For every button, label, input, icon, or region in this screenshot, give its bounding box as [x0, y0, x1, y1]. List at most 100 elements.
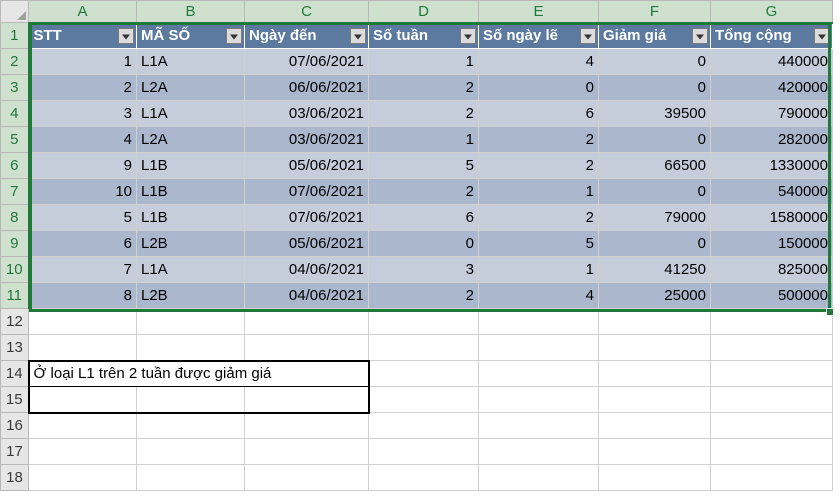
- header-cell-sotuan[interactable]: Số tuần: [369, 23, 479, 49]
- col-header-D[interactable]: D: [369, 1, 479, 23]
- cell[interactable]: [137, 465, 245, 491]
- cell[interactable]: 03/06/2021: [245, 127, 369, 153]
- cell[interactable]: 5: [29, 205, 137, 231]
- cell[interactable]: [479, 413, 599, 439]
- cell[interactable]: 07/06/2021: [245, 179, 369, 205]
- cell[interactable]: [711, 413, 833, 439]
- header-cell-stt[interactable]: STT: [29, 23, 137, 49]
- cell[interactable]: [711, 335, 833, 361]
- row-header[interactable]: 2: [1, 49, 29, 75]
- filter-dropdown-icon[interactable]: [814, 28, 830, 44]
- cell[interactable]: L2B: [137, 231, 245, 257]
- col-header-F[interactable]: F: [599, 1, 711, 23]
- cell[interactable]: [599, 335, 711, 361]
- cell[interactable]: 07/06/2021: [245, 49, 369, 75]
- cell[interactable]: 825000: [711, 257, 833, 283]
- cell[interactable]: [711, 465, 833, 491]
- cell[interactable]: 1: [369, 127, 479, 153]
- col-header-A[interactable]: A: [29, 1, 137, 23]
- row-header[interactable]: 15: [1, 387, 29, 413]
- cell[interactable]: 07/06/2021: [245, 205, 369, 231]
- row-header[interactable]: 5: [1, 127, 29, 153]
- cell[interactable]: 790000: [711, 101, 833, 127]
- cell[interactable]: L2A: [137, 75, 245, 101]
- cell[interactable]: [29, 387, 137, 413]
- cell[interactable]: 2: [29, 75, 137, 101]
- cell[interactable]: 420000: [711, 75, 833, 101]
- cell[interactable]: 1: [29, 49, 137, 75]
- cell[interactable]: [29, 335, 137, 361]
- cell[interactable]: [711, 387, 833, 413]
- cell[interactable]: L1A: [137, 49, 245, 75]
- row-header[interactable]: 16: [1, 413, 29, 439]
- cell[interactable]: [599, 361, 711, 387]
- cell[interactable]: L1B: [137, 205, 245, 231]
- select-all-corner[interactable]: [1, 1, 29, 23]
- cell[interactable]: 79000: [599, 205, 711, 231]
- cell[interactable]: [711, 309, 833, 335]
- grid[interactable]: A B C D E F G 1 STT MÃ SỐ Ngày đến Số tu…: [0, 0, 833, 491]
- cell[interactable]: [599, 309, 711, 335]
- cell[interactable]: 3: [369, 257, 479, 283]
- cell[interactable]: [599, 413, 711, 439]
- cell[interactable]: [711, 361, 833, 387]
- cell[interactable]: [599, 465, 711, 491]
- cell[interactable]: 440000: [711, 49, 833, 75]
- row-header[interactable]: 7: [1, 179, 29, 205]
- cell[interactable]: [711, 439, 833, 465]
- cell[interactable]: 05/06/2021: [245, 153, 369, 179]
- cell[interactable]: 6: [479, 101, 599, 127]
- cell[interactable]: [245, 387, 369, 413]
- cell[interactable]: [599, 439, 711, 465]
- cell[interactable]: 04/06/2021: [245, 257, 369, 283]
- cell[interactable]: 1330000: [711, 153, 833, 179]
- cell[interactable]: 04/06/2021: [245, 283, 369, 309]
- header-cell-giamgia[interactable]: Giảm giá: [599, 23, 711, 49]
- cell[interactable]: [137, 413, 245, 439]
- spreadsheet[interactable]: A B C D E F G 1 STT MÃ SỐ Ngày đến Số tu…: [0, 0, 840, 500]
- cell[interactable]: 8: [29, 283, 137, 309]
- filter-dropdown-icon[interactable]: [226, 28, 242, 44]
- cell[interactable]: 4: [479, 49, 599, 75]
- header-cell-maso[interactable]: MÃ SỐ: [137, 23, 245, 49]
- cell[interactable]: [137, 335, 245, 361]
- cell[interactable]: 6: [29, 231, 137, 257]
- cell[interactable]: [479, 465, 599, 491]
- filter-dropdown-icon[interactable]: [692, 28, 708, 44]
- cell[interactable]: [479, 309, 599, 335]
- row-header[interactable]: 12: [1, 309, 29, 335]
- cell[interactable]: [245, 335, 369, 361]
- cell[interactable]: 540000: [711, 179, 833, 205]
- cell[interactable]: [369, 309, 479, 335]
- filter-dropdown-icon[interactable]: [580, 28, 596, 44]
- cell[interactable]: 0: [599, 75, 711, 101]
- row-header[interactable]: 8: [1, 205, 29, 231]
- cell[interactable]: [29, 413, 137, 439]
- row-header[interactable]: 10: [1, 257, 29, 283]
- cell[interactable]: 1: [479, 257, 599, 283]
- cell[interactable]: 1: [369, 49, 479, 75]
- col-header-B[interactable]: B: [137, 1, 245, 23]
- cell[interactable]: 6: [369, 205, 479, 231]
- cell[interactable]: 06/06/2021: [245, 75, 369, 101]
- cell[interactable]: L2A: [137, 127, 245, 153]
- cell[interactable]: [245, 413, 369, 439]
- cell[interactable]: [29, 309, 137, 335]
- cell[interactable]: [369, 335, 479, 361]
- cell[interactable]: 7: [29, 257, 137, 283]
- cell[interactable]: [137, 439, 245, 465]
- cell[interactable]: 2: [479, 127, 599, 153]
- cell[interactable]: [137, 309, 245, 335]
- cell[interactable]: 2: [369, 75, 479, 101]
- cell[interactable]: 0: [369, 231, 479, 257]
- row-header[interactable]: 11: [1, 283, 29, 309]
- cell[interactable]: [369, 413, 479, 439]
- cell[interactable]: [245, 465, 369, 491]
- cell[interactable]: 10: [29, 179, 137, 205]
- row-header[interactable]: 6: [1, 153, 29, 179]
- cell[interactable]: 282000: [711, 127, 833, 153]
- cell[interactable]: 2: [479, 153, 599, 179]
- cell[interactable]: 39500: [599, 101, 711, 127]
- header-cell-ngayden[interactable]: Ngày đến: [245, 23, 369, 49]
- cell[interactable]: 5: [369, 153, 479, 179]
